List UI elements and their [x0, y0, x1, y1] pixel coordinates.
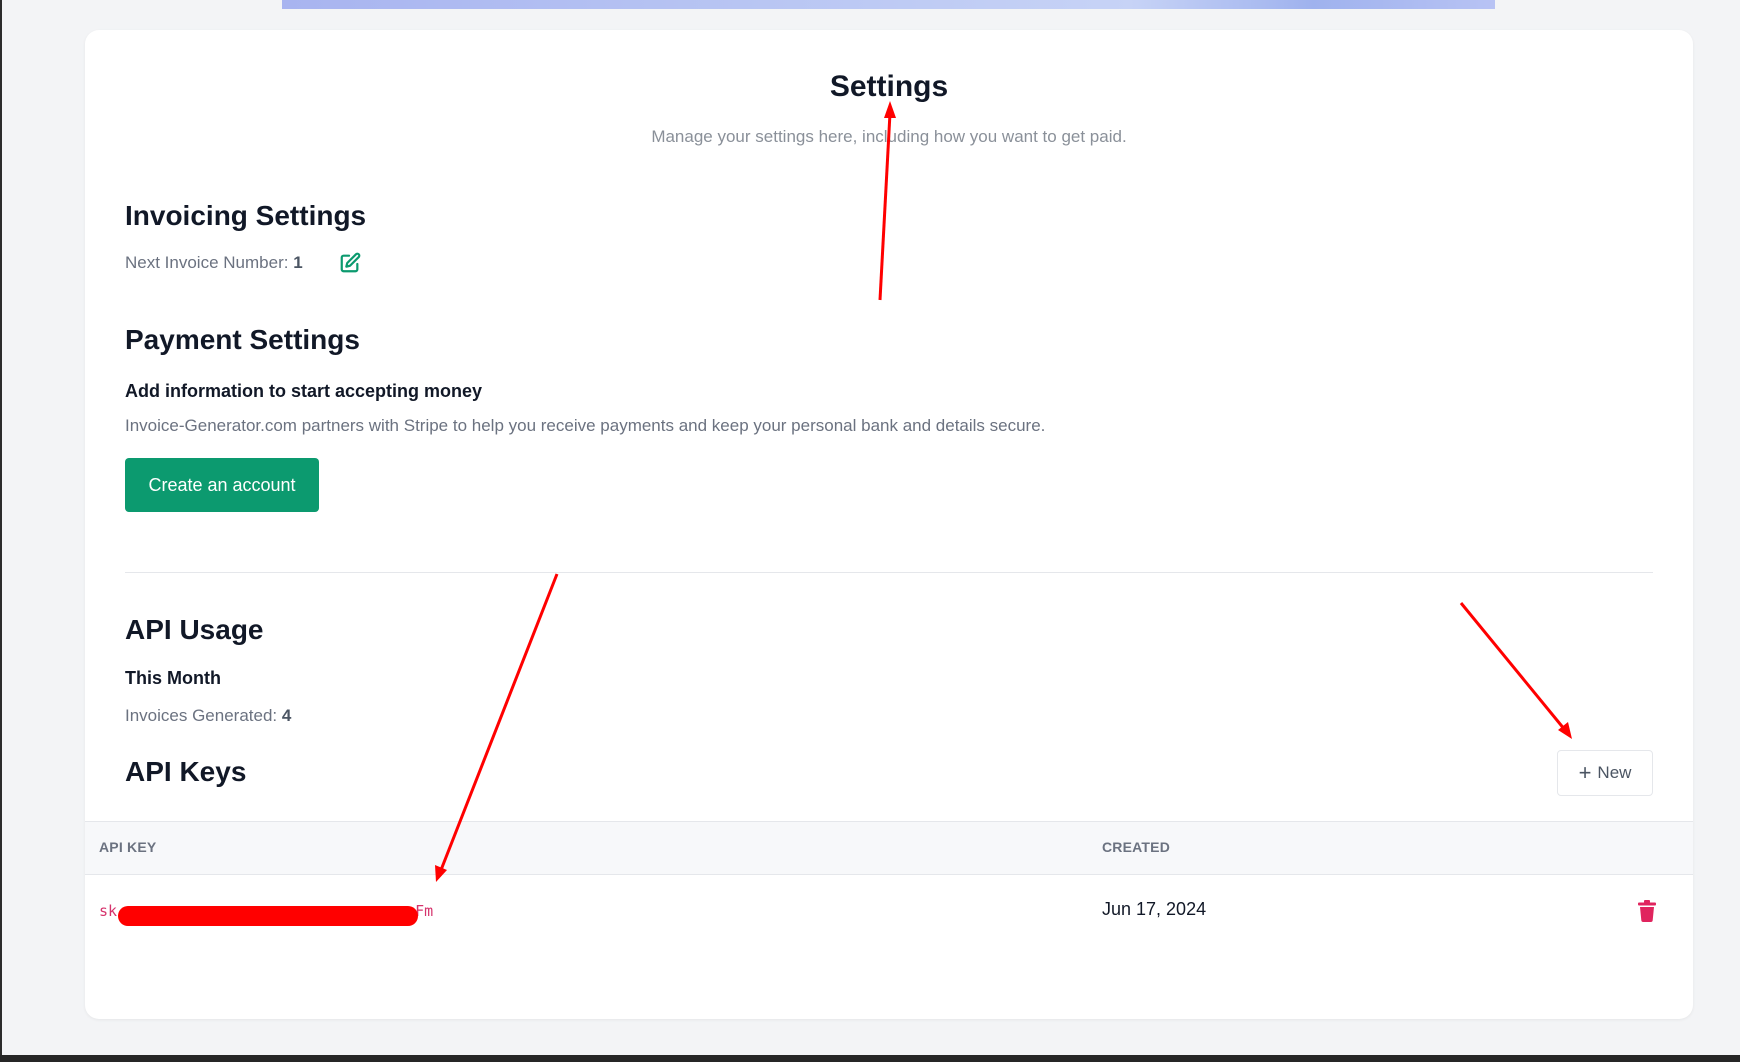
table-row: sk Fm Jun 17, 2024: [85, 876, 1693, 948]
created-date: Jun 17, 2024: [1102, 899, 1207, 919]
edit-icon[interactable]: [339, 252, 361, 274]
invoices-generated-value: 4: [281, 706, 292, 725]
invoices-generated-label: Invoices Generated:: [125, 706, 278, 725]
api-usage-title: API Usage: [125, 614, 264, 645]
column-header-api-key: API KEY: [99, 839, 157, 855]
api-keys-table-header: API KEY CREATED: [85, 821, 1693, 875]
redaction-mark: [118, 906, 418, 926]
page-title: Settings: [829, 70, 949, 103]
invoices-generated: Invoices Generated: 4: [125, 706, 291, 726]
bottom-bar: [0, 1055, 1740, 1062]
hero-banner: [282, 0, 1495, 9]
next-invoice-number: Next Invoice Number: 1: [125, 253, 303, 273]
new-button-label: New: [1597, 763, 1632, 782]
page-subtitle: Manage your settings here, including how…: [651, 127, 1127, 146]
api-keys-title: API Keys: [125, 756, 247, 787]
settings-card: Settings Manage your settings here, incl…: [85, 30, 1693, 1019]
invoicing-settings-title: Invoicing Settings: [125, 200, 367, 231]
api-key-prefix: sk: [99, 902, 118, 920]
payment-settings-title: Payment Settings: [125, 324, 360, 355]
payment-description: Invoice-Generator.com partners with Stri…: [125, 416, 1046, 435]
next-invoice-label: Next Invoice Number:: [125, 253, 289, 272]
section-divider: [125, 572, 1653, 573]
plus-icon: +: [1578, 760, 1592, 785]
next-invoice-value: 1: [293, 253, 303, 272]
create-account-button[interactable]: Create an account: [125, 458, 319, 512]
new-api-key-button[interactable]: + New: [1557, 750, 1653, 796]
payment-heading: Add information to start accepting money: [125, 381, 483, 401]
window-edge: [0, 0, 2, 1062]
column-header-created: CREATED: [1102, 839, 1171, 855]
trash-icon[interactable]: [1638, 900, 1656, 922]
usage-period: This Month: [125, 668, 221, 688]
